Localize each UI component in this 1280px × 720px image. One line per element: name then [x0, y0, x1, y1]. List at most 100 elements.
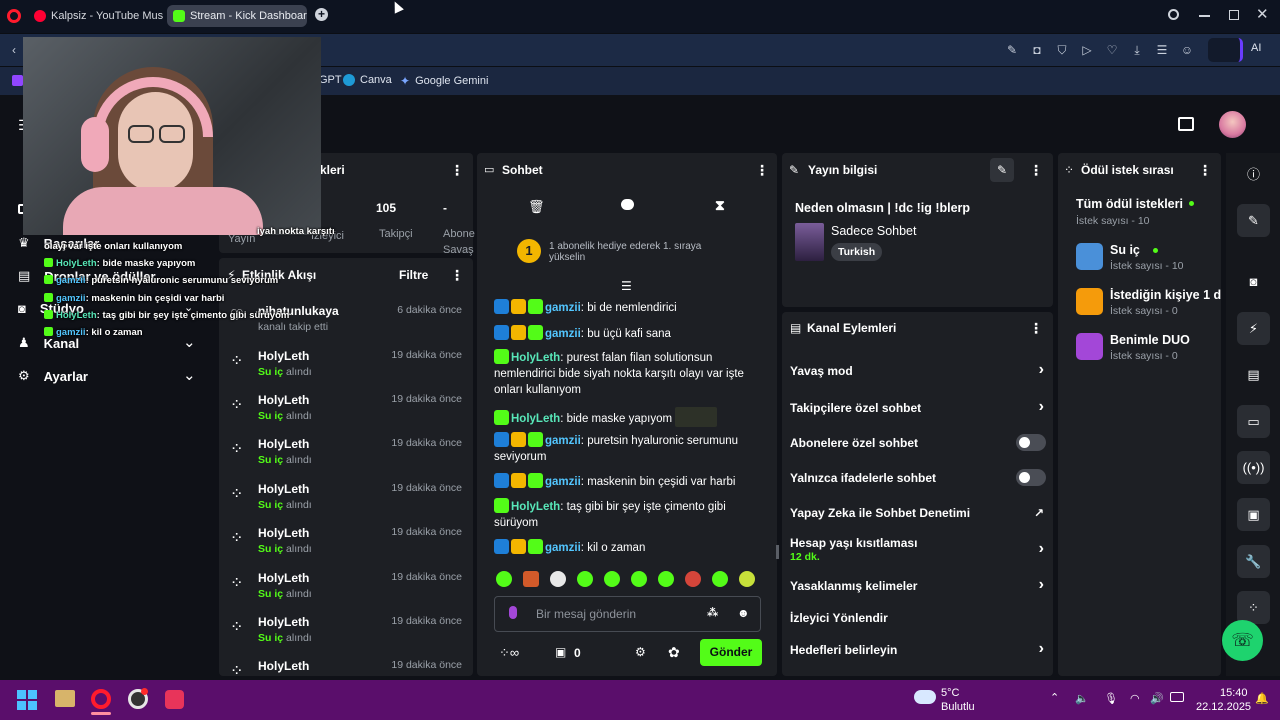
channel-action-row[interactable]: Yavaş mod ›	[790, 361, 1046, 384]
close-window-icon[interactable]: ✕	[1256, 5, 1269, 23]
emote-icon[interactable]	[685, 571, 701, 587]
external-link-icon[interactable]: ↗	[1034, 506, 1044, 520]
more-icon[interactable]: ⋮	[450, 268, 464, 282]
gift-icon[interactable]: ▣	[555, 645, 566, 659]
channel-action-row[interactable]: Hesap yaşı kısıtlaması 12 dk. ›	[790, 536, 1046, 563]
category-name[interactable]: Sadece Sohbet	[831, 224, 917, 238]
emoji-icon[interactable]: ☻	[737, 606, 750, 620]
microphone-icon[interactable]	[509, 606, 517, 619]
send-button[interactable]: Gönder	[700, 639, 762, 666]
activity-user[interactable]: HolyLeth	[258, 659, 309, 673]
back-icon[interactable]: ‹	[6, 42, 22, 58]
chat-username[interactable]: gamzii	[545, 328, 581, 340]
emote-icon[interactable]	[577, 571, 593, 587]
chevron-down-icon[interactable]: ⌄	[183, 366, 196, 384]
notes-icon[interactable]: ▤	[1237, 358, 1270, 391]
channel-action-row[interactable]: Abonelere özel sohbet	[790, 434, 1046, 456]
profile-icon[interactable]: ☺	[1179, 42, 1195, 58]
filter-icon[interactable]: ☰	[621, 279, 632, 293]
new-tab-button[interactable]: +	[315, 8, 328, 21]
trash-icon[interactable]: 🗑	[528, 199, 545, 215]
channel-action-row[interactable]: Yalnızca ifadelerle sohbet	[790, 469, 1046, 491]
emote-icon[interactable]	[496, 571, 512, 587]
emote-icon[interactable]	[631, 571, 647, 587]
chat-icon[interactable]	[621, 199, 634, 210]
toggle-switch[interactable]	[1016, 434, 1046, 451]
lightning-icon[interactable]: ⚡	[1237, 312, 1270, 345]
chat-scrollbar[interactable]	[776, 545, 779, 559]
more-icon[interactable]: ⋮	[1029, 163, 1043, 177]
sidebar-item-settings[interactable]: ⚙ Ayarlar	[18, 368, 88, 384]
activity-row[interactable]: ⁘ HolyLeth 19 dakika önce Su iç alındı	[230, 615, 462, 659]
chat-username[interactable]: HolyLeth	[511, 501, 560, 513]
chat-message[interactable]: gamzii: kil o zaman	[494, 539, 748, 556]
chat-settings-icon[interactable]: ⚙	[635, 645, 646, 659]
bookmark-gpt[interactable]: GPT	[319, 74, 342, 86]
channel-action-row[interactable]: Yapay Zeka ile Sohbet Denetimi ↗	[790, 506, 1046, 526]
chat-message[interactable]: gamzii: maskenin bin çeşidi var harbi	[494, 473, 748, 490]
activity-row[interactable]: ⁘ HolyLeth 19 dakika önce Su iç alındı	[230, 393, 462, 437]
filter-button[interactable]: Filtre	[399, 268, 428, 282]
video-icon[interactable]: ▣	[1237, 498, 1270, 531]
chat-username[interactable]: gamzii	[545, 542, 581, 554]
hourglass-icon[interactable]: ⧗	[715, 197, 725, 214]
play-icon[interactable]: ▷	[1079, 42, 1095, 58]
extensions-button[interactable]	[1208, 38, 1243, 62]
points-icon[interactable]: ⁘∞	[499, 645, 519, 661]
chat-message[interactable]: HolyLeth: bide maske yapıyom	[494, 407, 748, 427]
avatar[interactable]	[1219, 111, 1246, 138]
activity-row[interactable]: ⁘ HolyLeth 19 dakika önce Su iç alındı	[230, 571, 462, 615]
more-icon[interactable]: ⋮	[1198, 163, 1212, 177]
chevron-right-icon[interactable]: ›	[1039, 640, 1044, 658]
activity-row[interactable]: ⁘ HolyLeth 19 dakika önce Su iç alındı	[230, 437, 462, 481]
activity-user[interactable]: HolyLeth	[258, 349, 309, 363]
chat-message[interactable]: gamzii: puretsin hyaluronic serumunu sev…	[494, 432, 748, 465]
activity-user[interactable]: HolyLeth	[258, 615, 309, 629]
channel-action-row[interactable]: Takipçilere özel sohbet ›	[790, 398, 1046, 421]
more-icon[interactable]: ⋮	[450, 163, 464, 177]
activity-row[interactable]: ⁘ HolyLeth 19 dakika önce Su iç alındı	[230, 526, 462, 570]
tab-kick-dashboard[interactable]: Stream - Kick Dashboard	[167, 5, 307, 27]
more-icon[interactable]: ⋮	[1029, 321, 1043, 335]
pencil-icon[interactable]: ✎	[1237, 204, 1270, 237]
heart-icon[interactable]: ♡	[1104, 42, 1120, 58]
opera-logo-icon[interactable]	[7, 9, 21, 23]
chat-icon[interactable]: ▭	[1237, 405, 1270, 438]
support-chat-icon[interactable]: ☏	[1222, 620, 1263, 661]
activity-row[interactable]: ⁘ HolyLeth 19 dakika önce Su iç alındı	[230, 349, 462, 393]
chat-message[interactable]: gamzii: bi de nemlendirici	[494, 299, 748, 316]
more-icon[interactable]: ⋮	[755, 163, 769, 177]
chat-message[interactable]: HolyLeth: taş gibi bir şey işte çimento …	[494, 498, 748, 531]
opera-taskbar-icon[interactable]	[91, 689, 111, 709]
activity-user[interactable]: HolyLeth	[258, 482, 309, 496]
channel-action-row[interactable]: İzleyici Yönlendir	[790, 611, 1046, 631]
app-icon[interactable]	[165, 690, 184, 709]
chat-username[interactable]: gamzii	[545, 476, 581, 488]
emote-icon[interactable]	[550, 571, 566, 587]
channel-action-row[interactable]: Hedefleri belirleyin ›	[790, 640, 1046, 663]
windows-start-icon[interactable]	[17, 690, 37, 710]
chat-message[interactable]: gamzii: bu üçü kafi sana	[494, 325, 748, 342]
chat-username[interactable]: gamzii	[545, 435, 581, 447]
screenshot-icon[interactable]: ◙	[1237, 265, 1270, 298]
camera-icon[interactable]: ◘	[1029, 42, 1045, 58]
activity-user[interactable]: HolyLeth	[258, 437, 309, 451]
notification-icon[interactable]: 🔔	[1255, 692, 1269, 705]
broadcast-icon[interactable]: ((•))	[1237, 451, 1270, 484]
edit-icon[interactable]: ✎	[1004, 42, 1020, 58]
emote-icon[interactable]	[739, 571, 755, 587]
chevron-right-icon[interactable]: ›	[1039, 361, 1044, 379]
chevron-right-icon[interactable]: ›	[1039, 576, 1044, 594]
reward-queue-item[interactable]: Su iç İstek sayısı - 10	[1076, 243, 1221, 273]
studio-mode-icon[interactable]	[1178, 117, 1194, 131]
translate-icon[interactable]: ⁂	[707, 606, 718, 619]
emote-icon[interactable]	[658, 571, 674, 587]
search-tabs-icon[interactable]	[1168, 9, 1179, 20]
category-thumbnail[interactable]	[795, 223, 824, 261]
chat-input-placeholder[interactable]: Bir mesaj gönderin	[536, 607, 636, 621]
menu-icon[interactable]: ☰	[1154, 42, 1170, 58]
toggle-switch[interactable]	[1016, 469, 1046, 486]
minimize-icon[interactable]	[1199, 15, 1210, 17]
chevron-down-icon[interactable]: ⌄	[183, 333, 196, 351]
aria-ai-button[interactable]: AI	[1251, 42, 1261, 54]
